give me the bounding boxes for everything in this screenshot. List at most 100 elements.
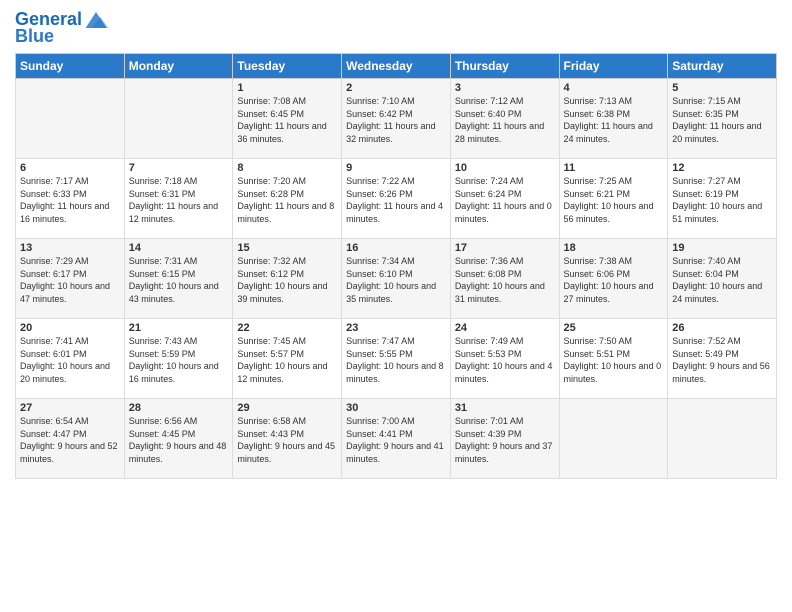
day-info: Sunrise: 7:15 AMSunset: 6:35 PMDaylight:… <box>672 95 772 145</box>
day-number: 4 <box>564 82 664 94</box>
calendar-cell: 30Sunrise: 7:00 AMSunset: 4:41 PMDayligh… <box>342 399 451 479</box>
weekday-header-sunday: Sunday <box>16 54 125 79</box>
day-number: 13 <box>20 242 120 254</box>
calendar-cell: 14Sunrise: 7:31 AMSunset: 6:15 PMDayligh… <box>124 239 233 319</box>
calendar-cell: 3Sunrise: 7:12 AMSunset: 6:40 PMDaylight… <box>450 79 559 159</box>
calendar-cell: 6Sunrise: 7:17 AMSunset: 6:33 PMDaylight… <box>16 159 125 239</box>
day-info: Sunrise: 7:18 AMSunset: 6:31 PMDaylight:… <box>129 175 229 225</box>
weekday-header-wednesday: Wednesday <box>342 54 451 79</box>
day-info: Sunrise: 6:54 AMSunset: 4:47 PMDaylight:… <box>20 415 120 465</box>
weekday-header-friday: Friday <box>559 54 668 79</box>
day-number: 5 <box>672 82 772 94</box>
calendar-cell: 15Sunrise: 7:32 AMSunset: 6:12 PMDayligh… <box>233 239 342 319</box>
day-number: 8 <box>237 162 337 174</box>
day-info: Sunrise: 7:31 AMSunset: 6:15 PMDaylight:… <box>129 255 229 305</box>
calendar-cell: 20Sunrise: 7:41 AMSunset: 6:01 PMDayligh… <box>16 319 125 399</box>
weekday-header-monday: Monday <box>124 54 233 79</box>
day-number: 12 <box>672 162 772 174</box>
day-number: 3 <box>455 82 555 94</box>
day-number: 10 <box>455 162 555 174</box>
day-info: Sunrise: 7:49 AMSunset: 5:53 PMDaylight:… <box>455 335 555 385</box>
calendar-cell: 10Sunrise: 7:24 AMSunset: 6:24 PMDayligh… <box>450 159 559 239</box>
day-info: Sunrise: 7:40 AMSunset: 6:04 PMDaylight:… <box>672 255 772 305</box>
calendar-cell: 28Sunrise: 6:56 AMSunset: 4:45 PMDayligh… <box>124 399 233 479</box>
day-number: 29 <box>237 402 337 414</box>
day-info: Sunrise: 7:32 AMSunset: 6:12 PMDaylight:… <box>237 255 337 305</box>
calendar-cell: 4Sunrise: 7:13 AMSunset: 6:38 PMDaylight… <box>559 79 668 159</box>
page: General Blue SundayMondayTuesdayWednesda… <box>0 0 792 612</box>
calendar-cell: 23Sunrise: 7:47 AMSunset: 5:55 PMDayligh… <box>342 319 451 399</box>
day-info: Sunrise: 7:41 AMSunset: 6:01 PMDaylight:… <box>20 335 120 385</box>
day-info: Sunrise: 7:29 AMSunset: 6:17 PMDaylight:… <box>20 255 120 305</box>
calendar-cell: 26Sunrise: 7:52 AMSunset: 5:49 PMDayligh… <box>668 319 777 399</box>
day-info: Sunrise: 6:58 AMSunset: 4:43 PMDaylight:… <box>237 415 337 465</box>
day-number: 1 <box>237 82 337 94</box>
header-row: SundayMondayTuesdayWednesdayThursdayFrid… <box>16 54 777 79</box>
calendar-cell: 13Sunrise: 7:29 AMSunset: 6:17 PMDayligh… <box>16 239 125 319</box>
day-number: 26 <box>672 322 772 334</box>
day-number: 15 <box>237 242 337 254</box>
calendar-cell: 11Sunrise: 7:25 AMSunset: 6:21 PMDayligh… <box>559 159 668 239</box>
day-info: Sunrise: 6:56 AMSunset: 4:45 PMDaylight:… <box>129 415 229 465</box>
calendar-cell: 2Sunrise: 7:10 AMSunset: 6:42 PMDaylight… <box>342 79 451 159</box>
day-info: Sunrise: 7:08 AMSunset: 6:45 PMDaylight:… <box>237 95 337 145</box>
day-info: Sunrise: 7:01 AMSunset: 4:39 PMDaylight:… <box>455 415 555 465</box>
day-info: Sunrise: 7:38 AMSunset: 6:06 PMDaylight:… <box>564 255 664 305</box>
calendar-cell <box>668 399 777 479</box>
day-number: 31 <box>455 402 555 414</box>
calendar-cell: 16Sunrise: 7:34 AMSunset: 6:10 PMDayligh… <box>342 239 451 319</box>
calendar-cell: 29Sunrise: 6:58 AMSunset: 4:43 PMDayligh… <box>233 399 342 479</box>
calendar-cell: 19Sunrise: 7:40 AMSunset: 6:04 PMDayligh… <box>668 239 777 319</box>
logo-icon <box>84 10 108 30</box>
calendar-cell: 18Sunrise: 7:38 AMSunset: 6:06 PMDayligh… <box>559 239 668 319</box>
day-number: 9 <box>346 162 446 174</box>
day-info: Sunrise: 7:24 AMSunset: 6:24 PMDaylight:… <box>455 175 555 225</box>
calendar-cell: 22Sunrise: 7:45 AMSunset: 5:57 PMDayligh… <box>233 319 342 399</box>
day-number: 14 <box>129 242 229 254</box>
calendar-cell: 21Sunrise: 7:43 AMSunset: 5:59 PMDayligh… <box>124 319 233 399</box>
day-number: 18 <box>564 242 664 254</box>
day-info: Sunrise: 7:20 AMSunset: 6:28 PMDaylight:… <box>237 175 337 225</box>
day-number: 20 <box>20 322 120 334</box>
calendar-cell: 5Sunrise: 7:15 AMSunset: 6:35 PMDaylight… <box>668 79 777 159</box>
calendar-cell: 1Sunrise: 7:08 AMSunset: 6:45 PMDaylight… <box>233 79 342 159</box>
day-number: 30 <box>346 402 446 414</box>
calendar-cell: 24Sunrise: 7:49 AMSunset: 5:53 PMDayligh… <box>450 319 559 399</box>
week-row-3: 13Sunrise: 7:29 AMSunset: 6:17 PMDayligh… <box>16 239 777 319</box>
weekday-header-thursday: Thursday <box>450 54 559 79</box>
day-info: Sunrise: 7:12 AMSunset: 6:40 PMDaylight:… <box>455 95 555 145</box>
day-number: 7 <box>129 162 229 174</box>
day-info: Sunrise: 7:50 AMSunset: 5:51 PMDaylight:… <box>564 335 664 385</box>
calendar-cell: 8Sunrise: 7:20 AMSunset: 6:28 PMDaylight… <box>233 159 342 239</box>
day-number: 11 <box>564 162 664 174</box>
day-info: Sunrise: 7:45 AMSunset: 5:57 PMDaylight:… <box>237 335 337 385</box>
week-row-2: 6Sunrise: 7:17 AMSunset: 6:33 PMDaylight… <box>16 159 777 239</box>
calendar-cell: 31Sunrise: 7:01 AMSunset: 4:39 PMDayligh… <box>450 399 559 479</box>
day-info: Sunrise: 7:10 AMSunset: 6:42 PMDaylight:… <box>346 95 446 145</box>
day-number: 16 <box>346 242 446 254</box>
week-row-5: 27Sunrise: 6:54 AMSunset: 4:47 PMDayligh… <box>16 399 777 479</box>
calendar-cell: 9Sunrise: 7:22 AMSunset: 6:26 PMDaylight… <box>342 159 451 239</box>
day-info: Sunrise: 7:22 AMSunset: 6:26 PMDaylight:… <box>346 175 446 225</box>
day-info: Sunrise: 7:13 AMSunset: 6:38 PMDaylight:… <box>564 95 664 145</box>
day-number: 19 <box>672 242 772 254</box>
day-info: Sunrise: 7:34 AMSunset: 6:10 PMDaylight:… <box>346 255 446 305</box>
day-number: 24 <box>455 322 555 334</box>
day-info: Sunrise: 7:00 AMSunset: 4:41 PMDaylight:… <box>346 415 446 465</box>
calendar-cell: 12Sunrise: 7:27 AMSunset: 6:19 PMDayligh… <box>668 159 777 239</box>
day-number: 17 <box>455 242 555 254</box>
calendar-cell: 17Sunrise: 7:36 AMSunset: 6:08 PMDayligh… <box>450 239 559 319</box>
weekday-header-tuesday: Tuesday <box>233 54 342 79</box>
header: General Blue <box>15 10 777 47</box>
day-info: Sunrise: 7:52 AMSunset: 5:49 PMDaylight:… <box>672 335 772 385</box>
day-number: 23 <box>346 322 446 334</box>
logo: General Blue <box>15 10 108 47</box>
calendar-cell <box>559 399 668 479</box>
day-info: Sunrise: 7:17 AMSunset: 6:33 PMDaylight:… <box>20 175 120 225</box>
day-number: 22 <box>237 322 337 334</box>
day-number: 27 <box>20 402 120 414</box>
calendar-table: SundayMondayTuesdayWednesdayThursdayFrid… <box>15 53 777 479</box>
calendar-cell: 7Sunrise: 7:18 AMSunset: 6:31 PMDaylight… <box>124 159 233 239</box>
day-number: 21 <box>129 322 229 334</box>
day-number: 25 <box>564 322 664 334</box>
